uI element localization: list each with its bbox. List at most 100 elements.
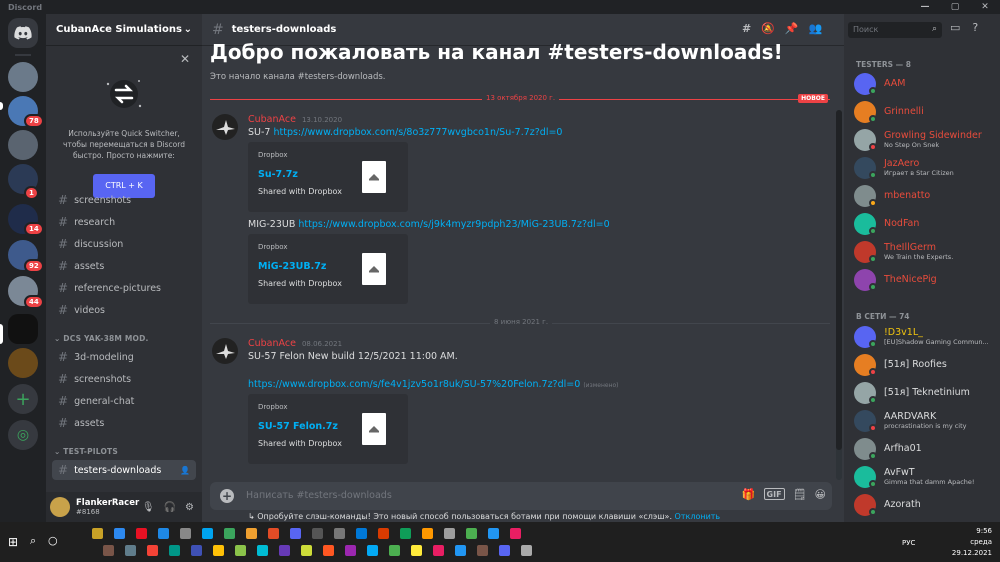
- message-author[interactable]: CubanAce 08.06.2021: [248, 338, 342, 349]
- emoji-icon[interactable]: 😀: [815, 488, 826, 501]
- embed-provider[interactable]: Dropbox: [258, 243, 288, 251]
- taskbar-app-icon[interactable]: [136, 528, 147, 539]
- taskbar-app-icon[interactable]: [455, 545, 466, 556]
- sticker-icon[interactable]: 🗒: [793, 488, 807, 501]
- member-item[interactable]: Grinnelli: [854, 100, 994, 124]
- scrollbar-thumb[interactable]: [836, 110, 842, 450]
- taskbar-app-icon[interactable]: [257, 545, 268, 556]
- taskbar-app-icon[interactable]: [444, 528, 455, 539]
- taskbar-app-icon[interactable]: [180, 528, 191, 539]
- taskbar-app-icon[interactable]: [169, 545, 180, 556]
- search-icon[interactable]: ⌕: [30, 534, 36, 548]
- embed-title-link[interactable]: SU-57 Felon.7z: [258, 421, 338, 432]
- microphone-icon[interactable]: 🎙: [142, 502, 155, 513]
- taskbar-app-icon[interactable]: [235, 545, 246, 556]
- member-item[interactable]: AAM: [854, 72, 994, 96]
- category-header[interactable]: ⌄ TEST-PILOTS: [54, 447, 118, 456]
- bell-muted-icon[interactable]: 🔕: [761, 22, 775, 35]
- member-item[interactable]: !D3v1L_ [EU]Shadow Gaming Commun...: [854, 325, 994, 349]
- taskbar-app-icon[interactable]: [268, 528, 279, 539]
- avatar[interactable]: [50, 497, 70, 517]
- taskbar-app-icon[interactable]: [400, 528, 411, 539]
- member-item[interactable]: [51ᴙ] Roofies: [854, 353, 994, 377]
- start-windows-icon[interactable]: ⊞: [8, 535, 22, 549]
- taskbar-app-icon[interactable]: [279, 545, 290, 556]
- taskbar-app-icon[interactable]: [499, 545, 510, 556]
- file-thumbnail[interactable]: [362, 253, 386, 285]
- channel-reference-pictures[interactable]: # reference-pictures: [52, 278, 196, 298]
- close-icon[interactable]: ✕: [180, 52, 190, 66]
- invite-icon[interactable]: 👤: [180, 466, 190, 475]
- pin-icon[interactable]: 📌: [785, 22, 799, 35]
- attach-plus-icon[interactable]: +: [220, 489, 234, 503]
- taskbar-app-icon[interactable]: [477, 545, 488, 556]
- member-item[interactable]: NodFan: [854, 212, 994, 236]
- taskbar-app-icon[interactable]: [224, 528, 235, 539]
- threads-icon[interactable]: #: [742, 22, 751, 35]
- channel-screenshots[interactable]: # screenshots: [52, 190, 196, 210]
- taskbar-app-icon[interactable]: [312, 528, 323, 539]
- dismiss-hint-link[interactable]: Отклонить: [675, 512, 721, 521]
- message-link[interactable]: https://www.dropbox.com/s/8o3z777wvgbco1…: [273, 127, 562, 138]
- member-item[interactable]: Azorath: [854, 493, 994, 517]
- channel-research[interactable]: # research: [52, 212, 196, 232]
- taskbar-app-icon[interactable]: [191, 545, 202, 556]
- language-indicator[interactable]: РУС: [902, 539, 915, 547]
- server-icon-cubanace[interactable]: [8, 314, 38, 344]
- taskbar-app-icon[interactable]: [202, 528, 213, 539]
- taskbar-app-icon[interactable]: [125, 545, 136, 556]
- member-item[interactable]: [51ᴙ] Teknetinium: [854, 381, 994, 405]
- channel-3d-modeling[interactable]: #3d-modeling: [52, 347, 196, 367]
- gift-icon[interactable]: 🎁: [742, 488, 756, 501]
- author-name[interactable]: CubanAce: [248, 114, 296, 125]
- taskbar-app-icon[interactable]: [334, 528, 345, 539]
- embed-provider[interactable]: Dropbox: [258, 151, 288, 159]
- taskbar-app-icon[interactable]: [301, 545, 312, 556]
- message-link[interactable]: https://www.dropbox.com/s/j9k4myzr9pdph2…: [298, 219, 609, 230]
- taskbar-app-icon[interactable]: [345, 545, 356, 556]
- minimize-button[interactable]: —: [910, 0, 940, 14]
- member-item[interactable]: Arfha01: [854, 437, 994, 461]
- server-icon[interactable]: [8, 130, 38, 160]
- server-icon[interactable]: [8, 62, 38, 92]
- taskbar-app-icon[interactable]: [378, 528, 389, 539]
- channel-general-chat[interactable]: # general-chat: [52, 391, 196, 411]
- taskbar-app-icon[interactable]: [290, 528, 301, 539]
- channel-assets[interactable]: # assets: [52, 256, 196, 276]
- avatar[interactable]: [212, 338, 238, 364]
- taskbar-app-icon[interactable]: [213, 545, 224, 556]
- channel-videos[interactable]: # videos: [52, 300, 196, 320]
- maximize-button[interactable]: ▢: [940, 0, 970, 14]
- help-icon[interactable]: ?: [972, 21, 978, 34]
- author-name[interactable]: CubanAce: [248, 338, 296, 349]
- members-icon[interactable]: 👥: [809, 22, 823, 35]
- taskbar-app-icon[interactable]: [389, 545, 400, 556]
- search-input[interactable]: Поиск ⌕: [848, 22, 942, 38]
- message-author[interactable]: CubanAce 13.10.2020: [248, 114, 342, 125]
- category-header[interactable]: ⌄ DCS YAK-38M MOD.: [54, 334, 149, 343]
- guild-header[interactable]: CubanAce Simulations ⌄: [46, 14, 202, 46]
- taskbar-app-icon[interactable]: [510, 528, 521, 539]
- embed-title-link[interactable]: Su-7.7z: [258, 169, 298, 180]
- inbox-icon[interactable]: ▭: [950, 21, 960, 34]
- message-input[interactable]: Написать #testers-downloads: [246, 490, 392, 501]
- message-link[interactable]: https://www.dropbox.com/s/fe4v1jzv5o1r8u…: [248, 379, 580, 390]
- member-item[interactable]: AvFwT Gimma that damm Apache!: [854, 465, 994, 489]
- channel-testers-downloads[interactable]: # testers-downloads 👤: [52, 460, 196, 480]
- taskbar-app-icon[interactable]: [466, 528, 477, 539]
- member-item[interactable]: Growling Sidewinder No Step On Snek: [854, 128, 994, 152]
- taskbar-app-icon[interactable]: [103, 545, 114, 556]
- member-item[interactable]: TheNicePig: [854, 268, 994, 292]
- close-button[interactable]: ✕: [970, 0, 1000, 14]
- member-item[interactable]: JazAero Играет в Star Citizen: [854, 156, 994, 180]
- system-clock[interactable]: 9:56 среда 29.12.2021: [952, 526, 992, 559]
- taskbar-app-icon[interactable]: [147, 545, 158, 556]
- taskbar-app-icon[interactable]: [433, 545, 444, 556]
- file-thumbnail[interactable]: [362, 161, 386, 193]
- server-icon[interactable]: [8, 348, 38, 378]
- taskbar-app-icon[interactable]: [323, 545, 334, 556]
- taskbar-app-icon[interactable]: [158, 528, 169, 539]
- channel-assets[interactable]: # assets: [52, 413, 196, 433]
- taskbar-app-icon[interactable]: [422, 528, 433, 539]
- taskbar-app-icon[interactable]: [411, 545, 422, 556]
